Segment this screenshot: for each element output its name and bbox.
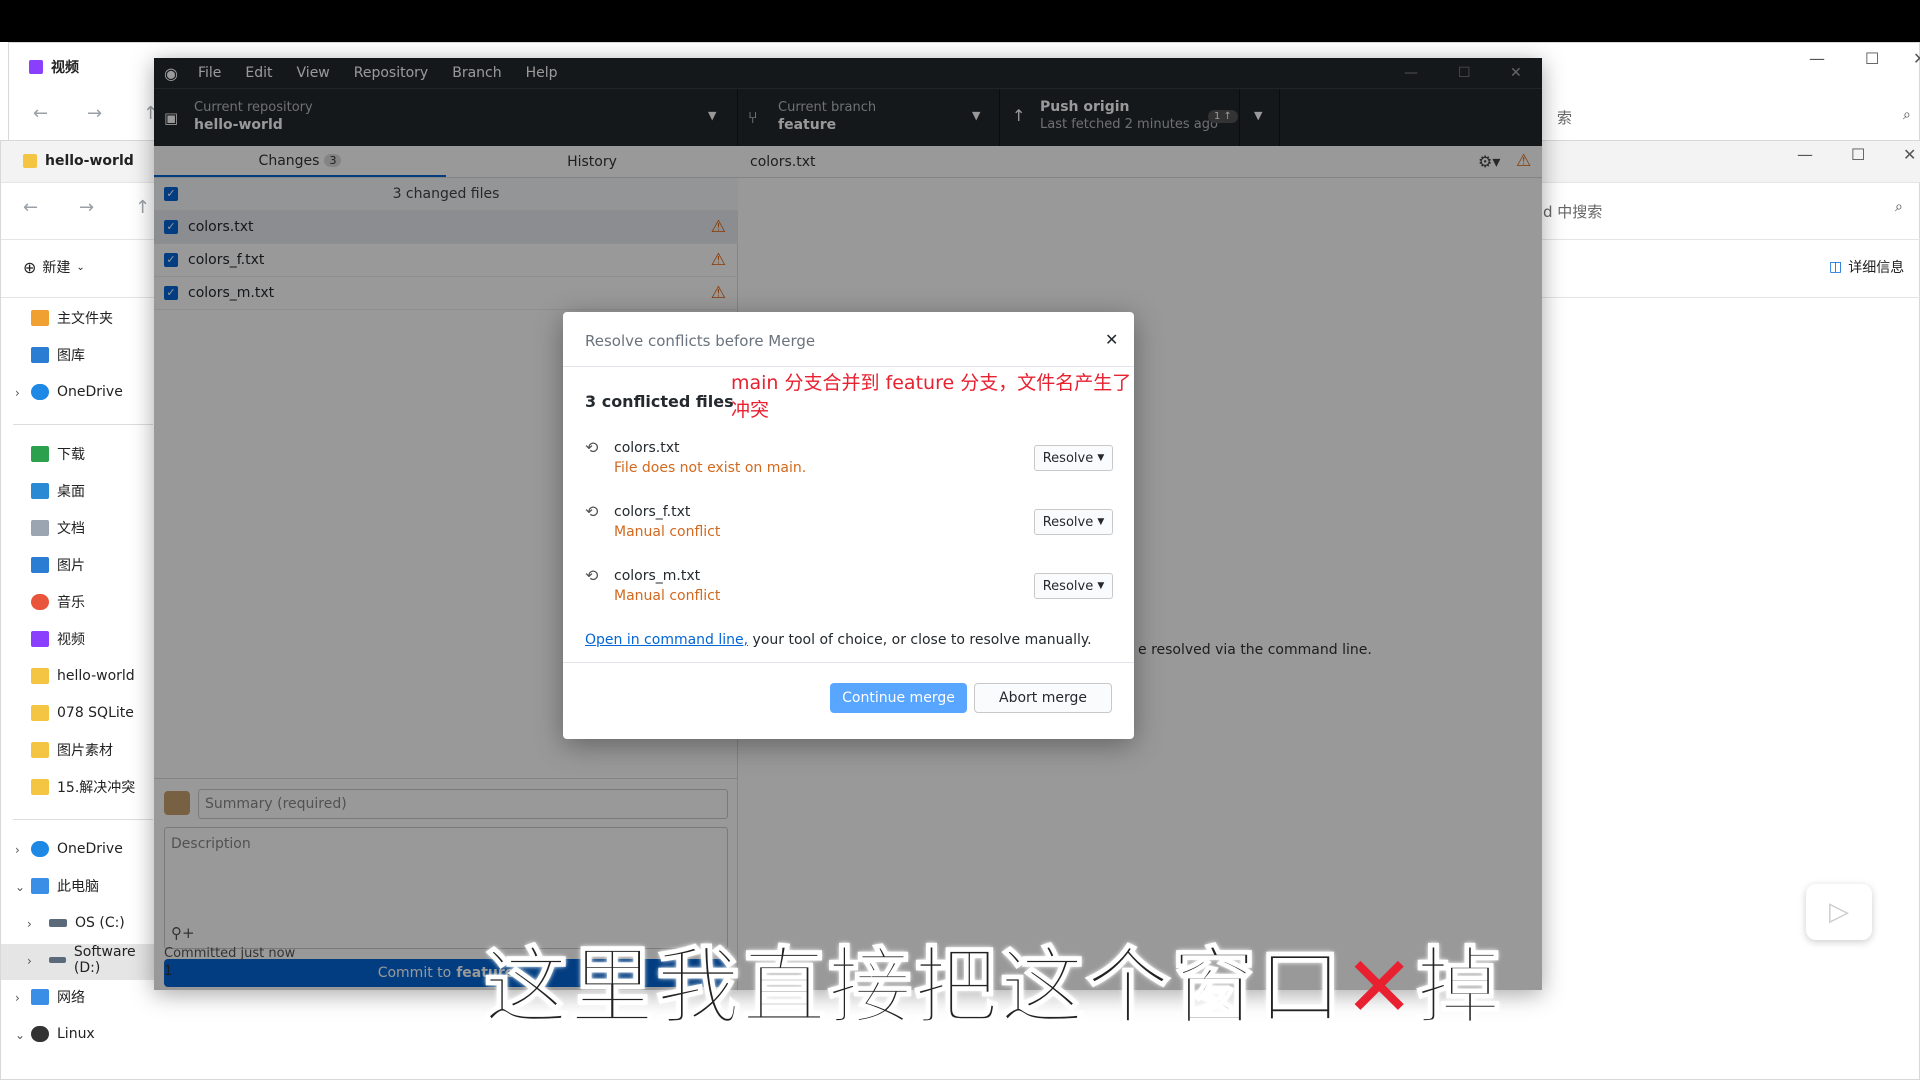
sidebar-item-network[interactable]: 网络 <box>31 985 85 1009</box>
sidebar-item-hello-world[interactable]: hello-world <box>31 664 135 688</box>
dialog-header: Resolve conflicts before Merge ✕ <box>563 312 1134 367</box>
cloud-icon <box>31 841 49 857</box>
sidebar-item-sqlite[interactable]: 078 SQLite <box>31 701 134 725</box>
chevron-right-icon[interactable]: › <box>27 917 32 931</box>
sidebar-item-onedrive-2[interactable]: OneDrive <box>31 837 123 861</box>
cloud-icon <box>31 384 49 400</box>
folder-icon <box>23 154 37 168</box>
minimize-icon[interactable]: — <box>1809 49 1825 68</box>
chevron-right-icon[interactable]: › <box>27 954 32 968</box>
drive-icon <box>49 919 67 927</box>
open-command-line-link[interactable]: Open in command line, <box>585 632 748 648</box>
linux-icon <box>31 1026 49 1042</box>
file-diff-icon: ⟲ <box>585 438 599 457</box>
sidebar-item-downloads[interactable]: 下载 <box>31 442 85 466</box>
search-icon[interactable]: ⌕ <box>1903 107 1911 123</box>
picture-icon <box>31 557 49 573</box>
sidebar-item-home[interactable]: 主文件夹 <box>31 306 113 330</box>
chevron-down-icon: ⌄ <box>76 261 85 273</box>
folder-icon <box>31 705 49 721</box>
sidebar-item-drive-d[interactable]: Software (D:) <box>49 944 161 976</box>
details-pane-icon: ◫ <box>1829 259 1843 275</box>
close-icon[interactable]: ✕ <box>1913 49 1920 68</box>
sidebar-item-gallery[interactable]: 图库 <box>31 343 85 367</box>
forward-arrow-icon[interactable]: → <box>79 197 94 218</box>
video-caption: 这里我直接把这个窗口✕掉 <box>483 937 1503 1037</box>
folder-icon <box>31 742 49 758</box>
home-icon <box>31 310 49 326</box>
maximize-icon[interactable]: ☐ <box>1865 49 1879 68</box>
sidebar-item-image-assets[interactable]: 图片素材 <box>31 738 113 762</box>
chevron-right-icon[interactable]: › <box>15 843 20 857</box>
plus-icon: ⊕ <box>23 257 37 277</box>
caret-down-icon: ▼ <box>1097 581 1105 591</box>
new-button[interactable]: ⊕ 新建 ⌄ <box>23 257 85 277</box>
continue-merge-button[interactable]: Continue merge <box>830 683 967 713</box>
chevron-down-icon[interactable]: ⌄ <box>15 1028 25 1042</box>
resolve-button[interactable]: Resolve ▼ <box>1034 573 1113 599</box>
explorer-tab-video[interactable]: 视频 <box>29 57 79 77</box>
download-icon <box>31 446 49 462</box>
folder-icon <box>31 779 49 795</box>
search-hint: 索 <box>1557 109 1573 127</box>
resolve-button[interactable]: Resolve ▼ <box>1034 445 1113 471</box>
sidebar-item-pictures[interactable]: 图片 <box>31 553 85 577</box>
sidebar-item-music[interactable]: 音乐 <box>31 590 85 614</box>
footer-help-text: Open in command line, your tool of choic… <box>585 632 1092 648</box>
sidebar-item-resolve-conflict[interactable]: 15.解决冲突 <box>31 775 135 799</box>
document-icon <box>31 520 49 536</box>
up-arrow-icon[interactable]: ↑ <box>135 197 150 218</box>
screen-top-bar <box>0 0 1920 42</box>
chevron-right-icon[interactable]: › <box>15 386 20 400</box>
close-icon[interactable]: ✕ <box>1105 330 1118 349</box>
drive-icon <box>49 957 66 963</box>
conflict-item: ⟲ colors.txt File does not exist on main… <box>585 438 1113 488</box>
folder-icon <box>31 668 49 684</box>
computer-icon <box>31 878 49 894</box>
chevron-down-icon[interactable]: ⌄ <box>15 880 25 894</box>
dialog-title: Resolve conflicts before Merge <box>585 332 816 350</box>
conflict-item: ⟲ colors_m.txt Manual conflict Resolve ▼ <box>585 566 1113 616</box>
sidebar-item-linux[interactable]: Linux <box>31 1022 95 1046</box>
explorer-tab-hello-world[interactable]: hello-world <box>23 153 134 169</box>
video-icon <box>31 631 49 647</box>
close-icon[interactable]: ✕ <box>1903 145 1916 164</box>
search-icon[interactable]: ⌕ <box>1895 199 1903 215</box>
file-diff-icon: ⟲ <box>585 502 599 521</box>
chevron-right-icon[interactable]: › <box>15 991 20 1005</box>
details-button[interactable]: ◫ 详细信息 <box>1829 257 1904 277</box>
file-diff-icon: ⟲ <box>585 566 599 585</box>
conflicted-files-heading: 3 conflicted files <box>585 392 734 411</box>
resolve-conflicts-dialog: Resolve conflicts before Merge ✕ main 分支… <box>563 312 1134 739</box>
abort-merge-button[interactable]: Abort merge <box>974 683 1112 713</box>
back-arrow-icon[interactable]: ← <box>33 103 48 124</box>
sidebar-item-this-pc[interactable]: 此电脑 <box>31 874 99 898</box>
sidebar-item-desktop[interactable]: 桌面 <box>31 479 85 503</box>
caret-down-icon: ▼ <box>1097 517 1105 527</box>
sidebar-item-drive-c[interactable]: OS (C:) <box>49 911 125 935</box>
network-icon <box>31 989 49 1005</box>
video-icon <box>29 60 43 74</box>
conflict-item: ⟲ colors_f.txt Manual conflict Resolve ▼ <box>585 502 1113 552</box>
forward-arrow-icon[interactable]: → <box>87 103 102 124</box>
red-x-icon: ✕ <box>1344 938 1417 1036</box>
maximize-icon[interactable]: ☐ <box>1851 145 1865 164</box>
dialog-footer: Continue merge Abort merge <box>563 662 1134 739</box>
sidebar-item-videos[interactable]: 视频 <box>31 627 85 651</box>
annotation-text: main 分支合并到 feature 分支，文件名产生了冲突 <box>731 372 1132 421</box>
play-icon[interactable]: ▷ <box>1806 884 1872 940</box>
gallery-icon <box>31 347 49 363</box>
search-hint: d 中搜索 <box>1543 203 1603 221</box>
resolve-button[interactable]: Resolve ▼ <box>1034 509 1113 535</box>
music-icon <box>31 594 49 610</box>
caret-down-icon: ▼ <box>1097 453 1105 463</box>
minimize-icon[interactable]: — <box>1797 145 1813 164</box>
desktop-icon <box>31 483 49 499</box>
back-arrow-icon[interactable]: ← <box>23 197 38 218</box>
sidebar-item-onedrive[interactable]: OneDrive <box>31 380 123 404</box>
sidebar-item-documents[interactable]: 文档 <box>31 516 85 540</box>
explorer-sidebar: 主文件夹 图库 › OneDrive 下载 桌面 文档 图片 音乐 视频 hel… <box>1 298 161 1081</box>
